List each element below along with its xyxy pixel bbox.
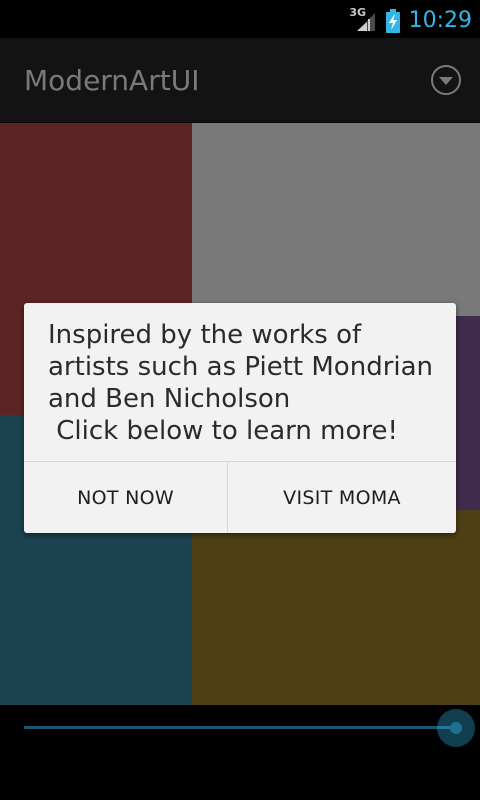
art-panel-yellow bbox=[192, 510, 480, 705]
signal-icon bbox=[356, 13, 375, 31]
dialog-message: Inspired by the works of artists such as… bbox=[48, 320, 434, 446]
color-slider-track[interactable] bbox=[24, 726, 456, 729]
color-slider-thumb[interactable] bbox=[437, 709, 475, 747]
more-info-dialog: Inspired by the works of artists such as… bbox=[24, 303, 456, 533]
battery-charging-icon bbox=[385, 9, 400, 33]
app-title: ModernArtUI bbox=[24, 64, 200, 97]
status-bar: 3G 10:29 bbox=[0, 0, 480, 38]
status-clock: 10:29 bbox=[408, 7, 472, 33]
overflow-menu-icon[interactable] bbox=[430, 64, 462, 96]
slider-thumb-core bbox=[450, 722, 462, 734]
not-now-button[interactable]: NOT NOW bbox=[24, 462, 227, 533]
art-panel-gray bbox=[192, 123, 480, 316]
bottom-bar bbox=[0, 705, 480, 800]
action-bar: ModernArtUI bbox=[0, 38, 480, 122]
visit-moma-button[interactable]: VISIT MOMA bbox=[228, 462, 456, 533]
